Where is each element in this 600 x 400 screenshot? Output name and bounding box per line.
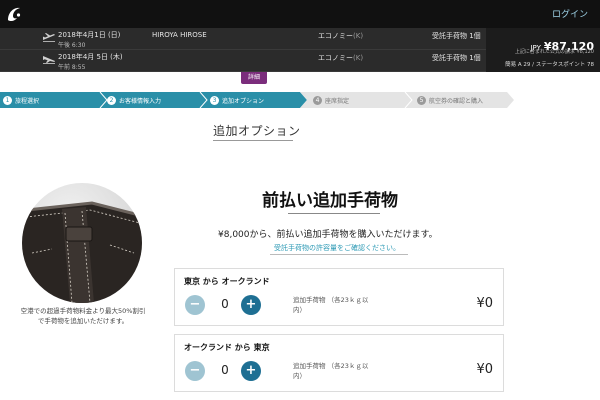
status-points: 簡易 A 29 / ステータスポイント 78	[505, 62, 594, 68]
minus-icon: −	[189, 363, 201, 378]
total-price-box: JPY ¥87,120 上記に含まれた公式の請求 ¥8,120 簡易 A 29 /…	[486, 28, 600, 72]
bag-quantity: 0	[221, 363, 229, 377]
bag-option-return: オークランド から 東京 − 0 + 追加手荷物 （各23ｋｇ以内） ¥0	[174, 334, 504, 392]
flight-time: 午後 6:30	[58, 42, 86, 49]
step-itinerary[interactable]: 1 旅程選択	[3, 95, 39, 105]
flight-date: 2018年4月 5日 (木)	[58, 53, 123, 61]
flight-date: 2018年4月1日 (日)	[58, 31, 121, 39]
plane-landing-icon	[43, 56, 55, 64]
login-link[interactable]: ログイン	[552, 7, 588, 20]
step-review-purchase: 5 航空券の確認と購入	[417, 95, 483, 105]
step-number: 2	[107, 95, 116, 105]
minus-icon: −	[189, 297, 201, 312]
plus-icon: +	[245, 297, 257, 312]
step-label: 航空券の確認と購入	[429, 97, 484, 105]
link-underline	[270, 254, 408, 255]
bag-price: ¥0	[476, 362, 493, 377]
route-label: 東京 から オークランド	[184, 277, 270, 286]
step-label: お客様情報入力	[119, 97, 162, 105]
flight-time: 午前 8:55	[58, 64, 86, 71]
koru-logo-icon[interactable]	[4, 4, 24, 24]
decrease-bag-button[interactable]: −	[185, 295, 205, 315]
step-number: 3	[210, 95, 219, 105]
step-label: 追加オプション	[222, 97, 265, 105]
flight-row-return: 2018年4月 5日 (木) 午前 8:55 エコノミー(K) 受託手荷物 1個	[0, 50, 486, 72]
baggage-allowance-link[interactable]: 受託手荷物の許容量をご確認ください。	[274, 243, 400, 253]
title-underline	[213, 140, 293, 141]
step-number: 5	[417, 95, 426, 105]
step-label: 旅程選択	[15, 97, 40, 105]
prepaid-baggage-heading: 前払い追加手荷物	[262, 191, 398, 211]
bag-description: 追加手荷物 （各23ｋｇ以内）	[293, 362, 369, 380]
details-tab[interactable]: 詳細	[241, 72, 267, 84]
cabin-code: (K)	[353, 32, 364, 40]
bag-price: ¥0	[476, 296, 493, 311]
cabin-class: エコノミー(K)	[318, 54, 364, 62]
passenger-name: HIROYA HIROSE	[152, 31, 207, 39]
step-extras[interactable]: 3 追加オプション	[210, 95, 264, 105]
bag-option-outbound: 東京 から オークランド − 0 + 追加手荷物 （各23ｋｇ以内） ¥0	[174, 268, 504, 326]
baggage-photo	[22, 183, 142, 303]
baggage-allowance: 受託手荷物 1個	[432, 54, 481, 62]
step-label: 座席指定	[325, 97, 350, 105]
cabin-class: エコノミー(K)	[318, 32, 364, 40]
step-seat-selection: 4 座席指定	[313, 95, 349, 105]
increase-bag-button[interactable]: +	[241, 295, 261, 315]
bag-description: 追加手荷物 （各23ｋｇ以内）	[293, 296, 369, 314]
decrease-bag-button[interactable]: −	[185, 361, 205, 381]
top-bar: ログイン	[0, 0, 600, 28]
route-label: オークランド から 東京	[184, 343, 270, 352]
progress-steps: 1 旅程選択 2 お客様情報入力 3 追加オプション 4 座席指定 5 航空券の…	[0, 92, 600, 108]
step-passenger-info[interactable]: 2 お客様情報入力	[107, 95, 161, 105]
price-note: 上記に含まれた公式の請求 ¥8,120	[514, 49, 594, 55]
cabin-code: (K)	[353, 54, 364, 62]
plus-icon: +	[245, 363, 257, 378]
bag-quantity: 0	[221, 297, 229, 311]
plane-takeoff-icon	[43, 33, 55, 42]
progress-bar-graphic	[0, 92, 514, 108]
prepaid-baggage-description: ¥8,000から、前払い追加手荷物を購入いただけます。	[218, 230, 438, 240]
page-title: 追加オプション	[213, 124, 301, 138]
increase-bag-button[interactable]: +	[241, 361, 261, 381]
flight-summary: 2018年4月1日 (日) 午後 6:30 HIROYA HIROSE エコノミ…	[0, 28, 486, 72]
step-number: 4	[313, 95, 322, 105]
baggage-allowance: 受託手荷物 1個	[432, 32, 481, 40]
flight-row-outbound: 2018年4月1日 (日) 午後 6:30 HIROYA HIROSE エコノミ…	[0, 28, 486, 50]
baggage-caption: 空港での超過手荷物料金より最大50%割引で手荷物を追加いただけます。	[20, 307, 146, 325]
heading-underline	[288, 213, 380, 214]
step-number: 1	[3, 95, 12, 105]
